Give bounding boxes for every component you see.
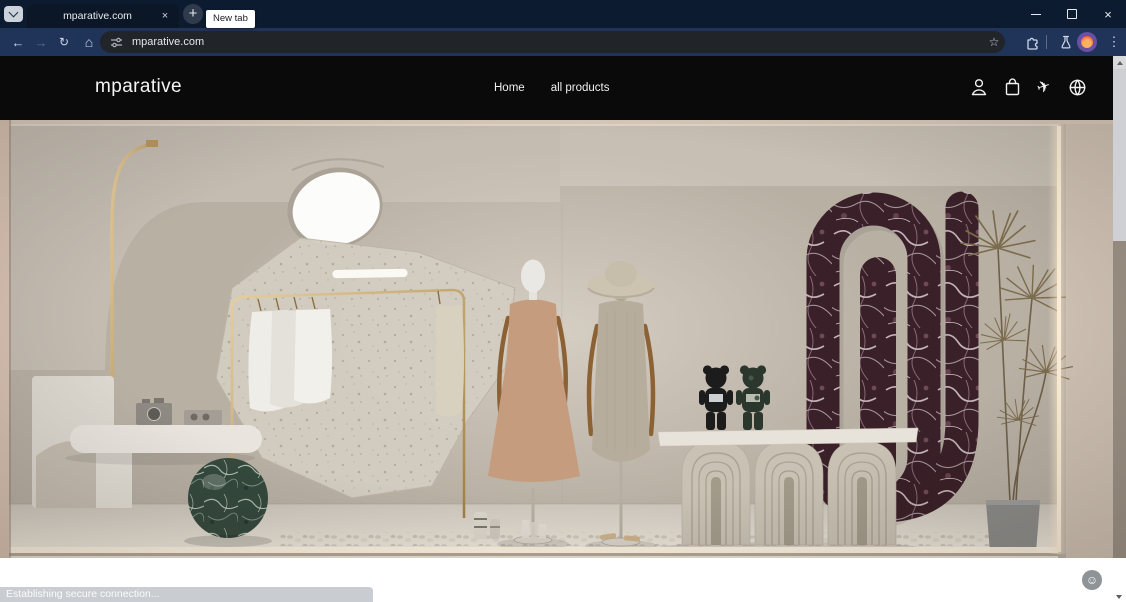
- home-button[interactable]: ⌂: [77, 28, 101, 56]
- hero-image: [0, 120, 1126, 558]
- scrollbar: [1113, 56, 1126, 602]
- shopping-bag-icon[interactable]: [999, 74, 1025, 100]
- browser-menu-icon[interactable]: ⋮: [1102, 28, 1126, 56]
- close-window-button[interactable]: ×: [1090, 0, 1126, 28]
- nav-link-all-products[interactable]: all products: [551, 82, 610, 94]
- chevron-down-icon: [8, 7, 19, 18]
- globe-icon[interactable]: [1064, 74, 1090, 100]
- site-nav: Home all products: [494, 82, 610, 94]
- address-bar[interactable]: mparative.com: [100, 31, 1005, 53]
- plane-glyph: ✈: [1035, 77, 1054, 98]
- nav-link-home[interactable]: Home: [494, 82, 525, 94]
- new-tab-button[interactable]: +: [183, 4, 203, 24]
- new-tab-tooltip: New tab: [206, 10, 255, 28]
- extensions-icon[interactable]: [1020, 28, 1044, 56]
- tab-search-button[interactable]: [4, 6, 23, 22]
- tab-close-icon[interactable]: ×: [158, 9, 172, 23]
- reload-button[interactable]: ↻: [52, 28, 76, 56]
- toolbar-separator: [1046, 35, 1047, 49]
- minimize-icon: [1031, 13, 1041, 15]
- avatar-flame-icon: [1081, 36, 1093, 48]
- forward-button[interactable]: →: [29, 28, 53, 56]
- browser-toolbar: ← → ↻ ⌂ mparative.com ☆ ⋮: [0, 28, 1126, 56]
- tab-title: mparative.com: [63, 10, 132, 22]
- window-controls: ×: [1018, 0, 1126, 28]
- back-button[interactable]: ←: [6, 28, 30, 56]
- site-info-icon[interactable]: [110, 36, 123, 49]
- bookmark-star-icon[interactable]: ☆: [984, 32, 1004, 52]
- feedback-smiley-button[interactable]: ☺: [1082, 570, 1102, 590]
- profile-avatar[interactable]: [1077, 32, 1097, 52]
- url-text: mparative.com: [132, 36, 205, 48]
- restore-button[interactable]: [1054, 0, 1090, 28]
- scrollbar-thumb[interactable]: [1113, 69, 1126, 241]
- labs-beaker-icon[interactable]: [1054, 28, 1078, 56]
- site-logo[interactable]: mparative: [95, 76, 182, 98]
- site-header: mparative Home all products ✈: [0, 56, 1126, 120]
- browser-tab[interactable]: mparative.com ×: [27, 4, 179, 28]
- minimize-button[interactable]: [1018, 0, 1054, 28]
- arrow-up-icon: [1116, 60, 1123, 65]
- scrollbar-down-button[interactable]: [1116, 595, 1122, 599]
- plane-icon[interactable]: ✈: [1031, 74, 1057, 100]
- scrollbar-up-button[interactable]: [1113, 56, 1126, 69]
- account-icon[interactable]: [966, 74, 992, 100]
- tab-strip: mparative.com × + New tab ×: [0, 0, 1126, 28]
- status-bubble: Establishing secure connection...: [0, 587, 373, 602]
- restore-icon: [1067, 9, 1077, 19]
